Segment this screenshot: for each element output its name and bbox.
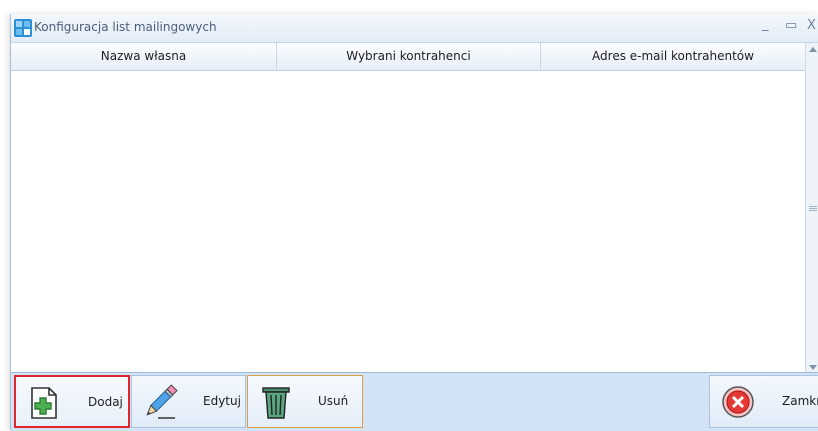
scroll-up-icon[interactable] xyxy=(806,43,818,57)
grid-body[interactable] xyxy=(11,71,805,371)
vertical-scrollbar[interactable] xyxy=(805,43,818,374)
edit-button-label: Edytuj xyxy=(203,394,241,408)
app-icon xyxy=(14,19,32,37)
close-button-label: Zamknij xyxy=(782,394,818,408)
add-button-label: Dodaj xyxy=(88,395,123,409)
close-window-button[interactable]: X xyxy=(807,18,816,33)
column-header-email[interactable]: Adres e-mail kontrahentów xyxy=(541,43,805,70)
trash-icon xyxy=(262,387,290,419)
delete-button-label: Usuń xyxy=(318,394,349,408)
close-button[interactable]: Zamknij xyxy=(709,375,818,428)
close-circle-icon xyxy=(722,386,754,418)
column-header-contractors[interactable]: Wybrani kontrahenci xyxy=(277,43,541,70)
title-bar[interactable]: Konfiguracja list mailingowych _ ▭ X xyxy=(11,14,818,43)
maximize-button[interactable]: ▭ xyxy=(785,18,797,33)
column-header-name[interactable]: Nazwa własna xyxy=(11,43,277,70)
delete-button[interactable]: Usuń xyxy=(247,375,363,428)
add-button[interactable]: Dodaj xyxy=(14,375,130,428)
edit-button[interactable]: Edytuj xyxy=(131,375,246,428)
scroll-thumb-grip-icon[interactable] xyxy=(809,206,817,212)
minimize-button[interactable]: _ xyxy=(762,17,769,32)
window-title: Konfiguracja list mailingowych xyxy=(34,20,217,34)
bottom-toolbar: Dodaj Edytuj Usuń Zamk xyxy=(11,372,818,431)
pencil-icon xyxy=(146,384,178,419)
grid-header: Nazwa własna Wybrani kontrahenci Adres e… xyxy=(11,43,805,71)
add-document-icon xyxy=(31,387,57,419)
mailing-lists-window: Konfiguracja list mailingowych _ ▭ X Naz… xyxy=(10,14,818,431)
